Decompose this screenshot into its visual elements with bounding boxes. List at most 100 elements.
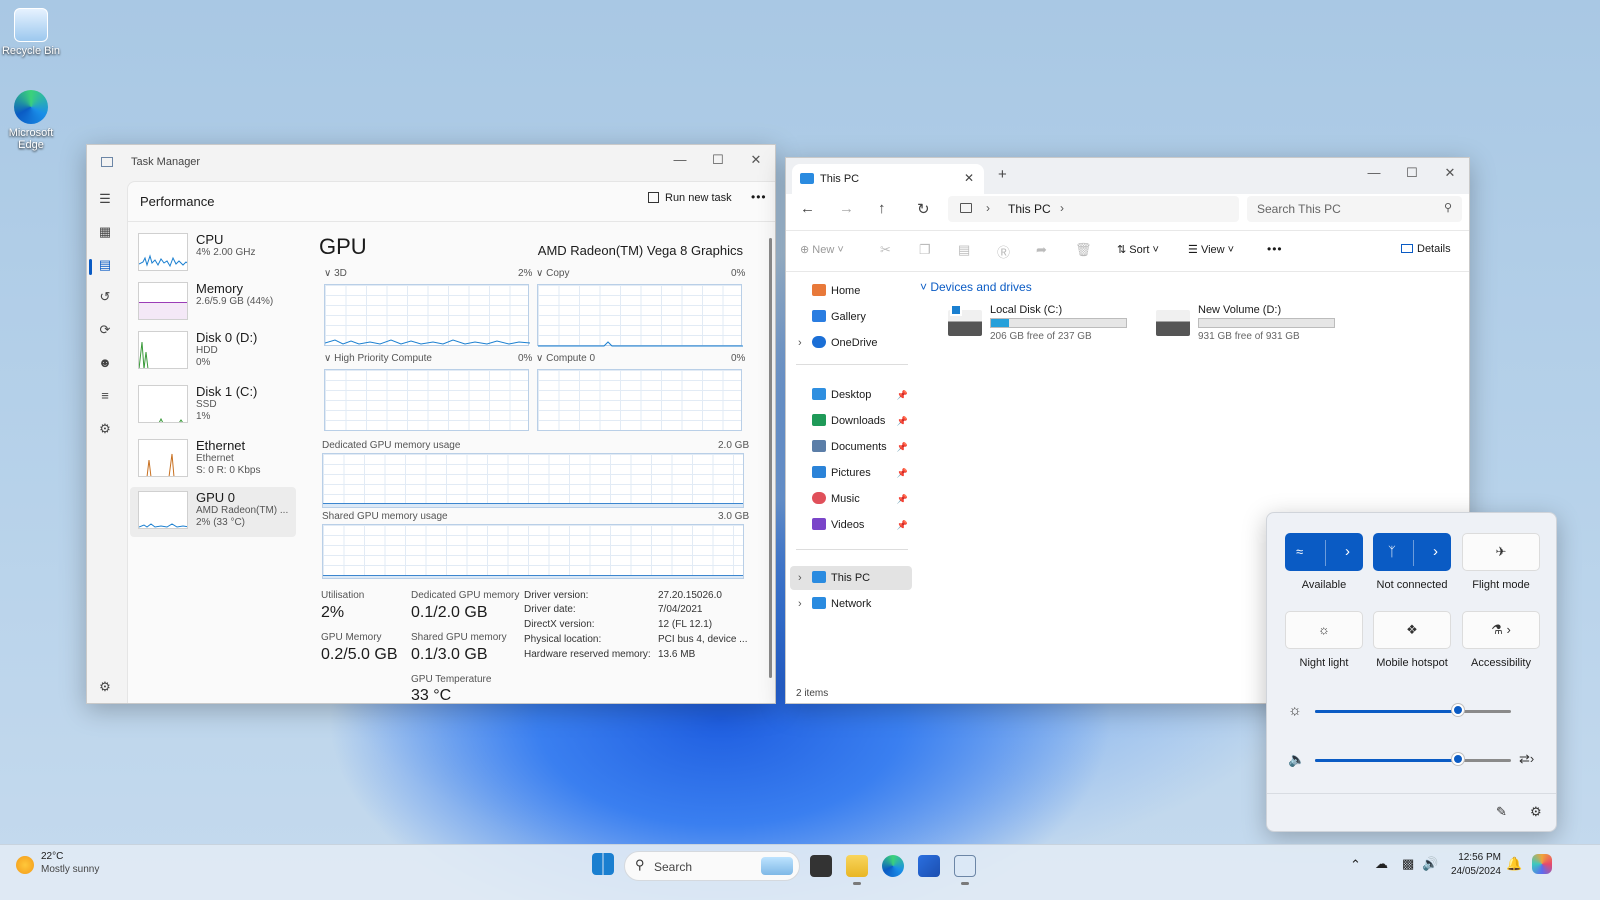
refresh-icon[interactable]: ↻ <box>917 200 930 218</box>
nav-item-music[interactable]: Music 📌 <box>798 487 910 511</box>
minimize-button[interactable]: — <box>661 145 699 177</box>
chevron-right-icon[interactable]: › <box>1345 534 1350 570</box>
nav-item-gallery[interactable]: Gallery <box>798 305 910 329</box>
clock-time[interactable]: 12:56 PM <box>1455 852 1501 863</box>
processes-icon[interactable]: ▦ <box>97 224 113 240</box>
perf-item-memory[interactable]: Memory 2.6/5.9 GB (44%) <box>130 278 296 328</box>
start-icon[interactable] <box>592 853 614 875</box>
close-tab-icon[interactable]: ✕ <box>964 171 974 185</box>
app-history-icon[interactable]: ↺ <box>97 289 113 305</box>
settings-icon[interactable]: ⚙ <box>1530 804 1542 820</box>
perf-item-disk1[interactable]: Disk 1 (C:) SSD 1% <box>130 381 296 431</box>
edit-icon[interactable]: ✎ <box>1496 804 1507 820</box>
nav-item-network[interactable]: › Network <box>798 592 910 616</box>
tab-this-pc[interactable]: This PC ✕ <box>792 164 984 194</box>
services-icon[interactable]: ⚙ <box>97 421 113 437</box>
sort-button[interactable]: ⇅ Sort ˅ <box>1117 243 1159 256</box>
details-icon[interactable]: ≡ <box>97 388 113 404</box>
volume-thumb[interactable] <box>1452 753 1465 765</box>
volume-slider[interactable] <box>1315 759 1511 762</box>
rename-icon[interactable]: Ⓡ <box>997 242 1010 261</box>
maximize-button[interactable]: ☐ <box>1393 158 1431 190</box>
edge-taskbar-icon[interactable] <box>882 855 904 877</box>
users-icon[interactable]: ☻ <box>97 355 113 371</box>
desktop-icon-recycle-bin[interactable]: Recycle Bin <box>1 8 61 57</box>
nav-item-downloads[interactable]: Downloads 📌 <box>798 409 910 433</box>
weather-desc[interactable]: Mostly sunny <box>41 864 99 875</box>
chevron-up-icon[interactable]: ⌃ <box>1350 857 1361 873</box>
night-light-toggle[interactable]: ☼ <box>1285 611 1363 649</box>
cut-icon[interactable]: ✂ <box>880 242 891 258</box>
perf-item-cpu[interactable]: CPU 4% 2.00 GHz <box>130 229 296 279</box>
copilot-icon[interactable] <box>1532 854 1552 874</box>
startup-apps-icon[interactable]: ⟳ <box>97 322 113 338</box>
perf-item-ethernet[interactable]: Ethernet Ethernet S: 0 R: 0 Kbps <box>130 435 296 485</box>
view-button[interactable]: ☰ View ˅ <box>1188 243 1234 256</box>
more-options-button[interactable]: ••• <box>751 190 767 204</box>
taskbar-search[interactable]: ⚲ Search <box>624 851 800 881</box>
paste-icon[interactable]: ▤ <box>958 242 970 258</box>
chevron-right-icon[interactable]: › <box>798 592 802 616</box>
network-icon[interactable]: ▩ <box>1402 856 1414 872</box>
desktop-icon-edge[interactable]: Microsoft Edge <box>1 90 61 151</box>
maximize-button[interactable]: ☐ <box>699 145 737 177</box>
perf-item-detail: HDD 0% <box>196 345 218 369</box>
nav-item-pictures[interactable]: Pictures 📌 <box>798 461 910 485</box>
group-header[interactable]: ˅ Devices and drives <box>920 280 1032 294</box>
perf-item-disk0[interactable]: Disk 0 (D:) HDD 0% <box>130 327 296 377</box>
perf-item-gpu0[interactable]: GPU 0 AMD Radeon(TM) ... 2% (33 °C) <box>130 487 296 537</box>
task-manager-taskbar-icon[interactable] <box>954 855 976 877</box>
close-button[interactable]: ✕ <box>737 145 775 177</box>
copy-icon[interactable]: ❐ <box>919 242 931 258</box>
chevron-right-icon[interactable]: › <box>1433 534 1438 570</box>
forward-icon[interactable]: → <box>839 200 854 217</box>
drive-c[interactable]: Local Disk (C:) 206 GB free of 237 GB <box>948 304 1148 344</box>
address-bar[interactable]: › This PC › <box>948 196 1239 222</box>
run-new-task-button[interactable]: Run new task <box>648 192 732 204</box>
drive-d[interactable]: New Volume (D:) 931 GB free of 931 GB <box>1156 304 1356 344</box>
performance-icon[interactable]: ▤ <box>97 257 113 273</box>
details-button[interactable]: Details <box>1401 243 1451 255</box>
accessibility-toggle[interactable]: ⚗ › <box>1462 611 1540 649</box>
more-options-button[interactable]: ••• <box>1267 242 1283 256</box>
new-tab-button[interactable]: + <box>998 166 1007 183</box>
new-button[interactable]: ⊕ New ˅ <box>800 243 844 256</box>
scrollbar[interactable] <box>769 238 772 678</box>
nav-item-home[interactable]: Home <box>798 279 910 303</box>
nav-item-this-pc[interactable]: › This PC <box>790 566 912 590</box>
store-icon[interactable] <box>918 855 940 877</box>
task-view-icon[interactable] <box>810 855 832 877</box>
nav-item-documents[interactable]: Documents 📌 <box>798 435 910 459</box>
mobile-hotspot-toggle[interactable]: ❖ <box>1373 611 1451 649</box>
breadcrumb[interactable]: This PC <box>1008 202 1051 216</box>
minimize-button[interactable]: — <box>1355 158 1393 190</box>
chevron-right-icon[interactable]: › <box>1060 201 1064 215</box>
hamburger-icon[interactable]: ☰ <box>97 191 113 207</box>
share-icon[interactable]: ➦ <box>1036 242 1047 258</box>
volume-icon[interactable]: 🔈 <box>1288 751 1305 768</box>
chevron-right-icon[interactable]: › <box>798 566 802 590</box>
brightness-thumb[interactable] <box>1452 704 1465 716</box>
nav-item-desktop[interactable]: Desktop 📌 <box>798 383 910 407</box>
nav-item-onedrive[interactable]: › OneDrive <box>798 331 910 355</box>
bluetooth-toggle[interactable]: ᛉ › <box>1373 533 1451 571</box>
volume-icon[interactable]: 🔊 <box>1422 856 1438 872</box>
chevron-right-icon[interactable]: › <box>798 331 802 355</box>
wifi-toggle[interactable]: ≈ › <box>1285 533 1363 571</box>
brightness-slider[interactable] <box>1315 710 1511 713</box>
weather-sun-icon[interactable] <box>16 856 34 874</box>
delete-icon[interactable]: 🗑 <box>1075 242 1092 258</box>
up-icon[interactable]: ↑ <box>878 200 886 217</box>
close-button[interactable]: ✕ <box>1431 158 1469 190</box>
notification-bell-icon[interactable]: 🔔 <box>1506 856 1522 872</box>
audio-output-icon[interactable]: ⇄› <box>1519 751 1534 767</box>
file-explorer-taskbar-icon[interactable] <box>846 855 868 877</box>
flight-mode-toggle[interactable]: ✈ <box>1462 533 1540 571</box>
search-box[interactable]: Search This PC ⚲ <box>1247 196 1462 222</box>
weather-temp[interactable]: 22°C <box>41 851 63 862</box>
settings-icon[interactable]: ⚙ <box>97 679 113 695</box>
back-icon[interactable]: ← <box>800 200 815 217</box>
nav-item-videos[interactable]: Videos 📌 <box>798 513 910 537</box>
clock-date[interactable]: 24/05/2024 <box>1449 866 1501 877</box>
network-off-icon[interactable]: ☁ <box>1375 856 1388 872</box>
